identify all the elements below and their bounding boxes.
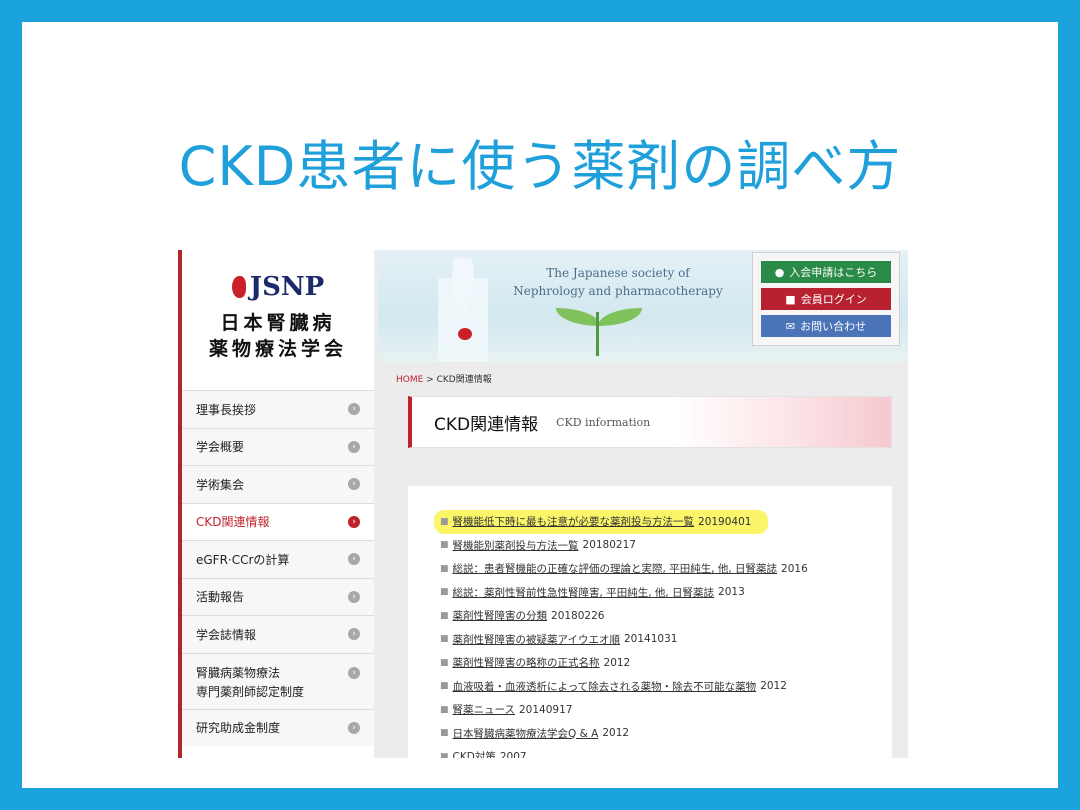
logo-abbr: JSNP	[249, 272, 325, 302]
bullet-icon: ■	[440, 540, 449, 551]
document-link[interactable]: 腎薬ニュース	[453, 702, 515, 717]
chevron-right-icon: ›	[348, 721, 360, 734]
list-item: ■ 総説：薬剤性腎前性急性腎障害, 平田純生, 他, 日腎薬誌 2013	[440, 585, 745, 600]
list-item: ■ 薬剤性腎障害の分類 20180226	[440, 608, 605, 623]
sidebar-item-research-grant[interactable]: 研究助成金制度 ›	[182, 708, 374, 746]
bullet-icon: ■	[440, 704, 449, 715]
chevron-right-icon: ›	[348, 515, 360, 528]
chevron-right-icon: ›	[348, 666, 360, 679]
header-banner: The Japanese society of Nephrology and p…	[378, 250, 908, 362]
document-link[interactable]: 薬剤性腎障害の被疑薬アイウエオ順	[453, 632, 620, 647]
chevron-right-icon: ›	[348, 403, 360, 416]
sidebar-item-ckd-info[interactable]: CKD関連情報 ›	[182, 502, 374, 540]
list-item: ■ 総説：患者腎機能の正確な評価の理論と実際, 平田純生, 他, 日腎薬誌 2016	[440, 561, 808, 576]
document-link[interactable]: 血液吸着・血液透析によって除去される薬物・除去不可能な薬物	[453, 679, 757, 694]
sidebar-item-activities[interactable]: 活動報告 ›	[182, 577, 374, 615]
chevron-right-icon: ›	[348, 440, 360, 453]
site-logo[interactable]: JSNP 日本腎臓病 薬物療法学会	[182, 272, 374, 362]
list-item: ■ CKD対策 2007	[440, 745, 880, 758]
section-title: CKD関連情報	[434, 414, 539, 435]
chevron-right-icon: ›	[348, 478, 360, 491]
breadcrumb-current: CKD関連情報	[436, 375, 492, 385]
site-sidebar: JSNP 日本腎臓病 薬物療法学会 理事長挨拶 › 学会概要 › 学術集会 › CKD…	[178, 250, 374, 758]
login-button[interactable]: ■ 会員ログイン	[761, 288, 891, 310]
sidebar-item-overview[interactable]: 学会概要 ›	[182, 427, 374, 465]
document-link[interactable]: 薬剤性腎障害の略称の正式名称	[453, 655, 600, 670]
bullet-icon: ■	[440, 657, 449, 668]
website-screenshot: JSNP 日本腎臓病 薬物療法学会 理事長挨拶 › 学会概要 › 学術集会 › CKD…	[178, 250, 908, 758]
sidebar-item-certification[interactable]: 腎臓病薬物療法 専門薬剤師認定制度 ›	[182, 652, 374, 709]
breadcrumb-home-link[interactable]: HOME	[396, 375, 423, 385]
mail-icon: ✉	[785, 319, 796, 333]
list-item: ■ 薬剤性腎障害の被疑薬アイウエオ順 20141031	[440, 632, 678, 647]
lock-icon: ■	[785, 292, 796, 306]
slide-title: CKD患者に使う薬剤の調べ方	[178, 135, 902, 198]
document-link[interactable]: 腎機能低下時に最も注意が必要な薬剤投与方法一覧	[453, 514, 695, 529]
human-figure-illustration	[438, 258, 488, 362]
join-button[interactable]: ● 入会申請はこちら	[761, 261, 891, 283]
document-link[interactable]: 薬剤性腎障害の分類	[453, 608, 548, 623]
kidney-illustration-icon	[458, 328, 472, 340]
bullet-icon: ■	[440, 563, 449, 574]
list-item: ■ 血液吸着・血液透析によって除去される薬物・除去不可能な薬物 2012	[440, 679, 787, 694]
list-item: ■ 腎機能低下時に最も注意が必要な薬剤投与方法一覧 20190401	[434, 510, 768, 534]
header-button-group: ● 入会申請はこちら ■ 会員ログイン ✉ お問い合わせ	[752, 252, 900, 346]
document-link[interactable]: 総説：薬剤性腎前性急性腎障害, 平田純生, 他, 日腎薬誌	[453, 585, 715, 600]
link-list: ■ 腎機能低下時に最も注意が必要な薬剤投与方法一覧 20190401 ■ 腎機能別薬剤…	[434, 510, 880, 758]
list-item: ■ 日本腎臓病薬物療法学会Q & A 2012	[440, 726, 630, 741]
document-link[interactable]: 総説：患者腎機能の正確な評価の理論と実際, 平田純生, 他, 日腎薬誌	[453, 561, 778, 576]
slide: CKD患者に使う薬剤の調べ方 JSNP 日本腎臓病 薬物療法学会 理事長挨拶 › …	[22, 22, 1058, 788]
bullet-icon: ■	[440, 728, 449, 739]
bullet-icon: ■	[440, 751, 449, 758]
leaf-illustration	[556, 308, 600, 326]
banner-tagline: The Japanese society of Nephrology and p…	[513, 266, 723, 298]
site-main: The Japanese society of Nephrology and p…	[378, 250, 908, 758]
bullet-icon: ■	[440, 681, 449, 692]
list-item: ■ 腎機能別薬剤投与方法一覧 20180217	[440, 538, 636, 553]
kidney-logo-icon	[231, 276, 246, 298]
sidebar-item-greeting[interactable]: 理事長挨拶 ›	[182, 390, 374, 428]
leaf-illustration	[598, 308, 642, 326]
list-item: ■ 薬剤性腎障害の略称の正式名称 2012	[440, 655, 631, 670]
section-subtitle: CKD information	[556, 415, 651, 429]
sidebar-nav: 理事長挨拶 › 学会概要 › 学術集会 › CKD関連情報 › eGFR·CCrの計算 ›…	[182, 390, 374, 746]
list-item: ■ 腎薬ニュース 20140917	[440, 702, 573, 717]
bullet-icon: ■	[440, 587, 449, 598]
bullet-icon: ■	[440, 634, 449, 645]
logo-line1: 日本腎臓病	[220, 312, 336, 334]
document-link[interactable]: 日本腎臓病薬物療法学会Q & A	[453, 726, 599, 741]
breadcrumb-separator: >	[426, 375, 434, 385]
sidebar-item-meetings[interactable]: 学術集会 ›	[182, 465, 374, 503]
contact-button[interactable]: ✉ お問い合わせ	[761, 315, 891, 337]
document-link[interactable]: CKD対策	[453, 749, 496, 758]
chevron-right-icon: ›	[348, 590, 360, 603]
chevron-right-icon: ›	[348, 628, 360, 641]
person-icon: ●	[774, 265, 785, 279]
document-link[interactable]: 腎機能別薬剤投与方法一覧	[453, 538, 579, 553]
bullet-icon: ■	[440, 610, 449, 621]
section-header: CKD関連情報 CKD information	[408, 396, 892, 448]
logo-line2: 薬物療法学会	[208, 338, 347, 360]
chevron-right-icon: ›	[348, 553, 360, 566]
bullet-icon: ■	[440, 516, 449, 527]
sprout-illustration	[596, 312, 599, 356]
sidebar-item-journal[interactable]: 学会誌情報 ›	[182, 615, 374, 653]
breadcrumb: HOME > CKD関連情報	[396, 372, 492, 385]
content-panel: ■ 腎機能低下時に最も注意が必要な薬剤投与方法一覧 20190401 ■ 腎機能別薬剤…	[408, 486, 892, 758]
sidebar-item-egfr-calc[interactable]: eGFR·CCrの計算 ›	[182, 540, 374, 578]
